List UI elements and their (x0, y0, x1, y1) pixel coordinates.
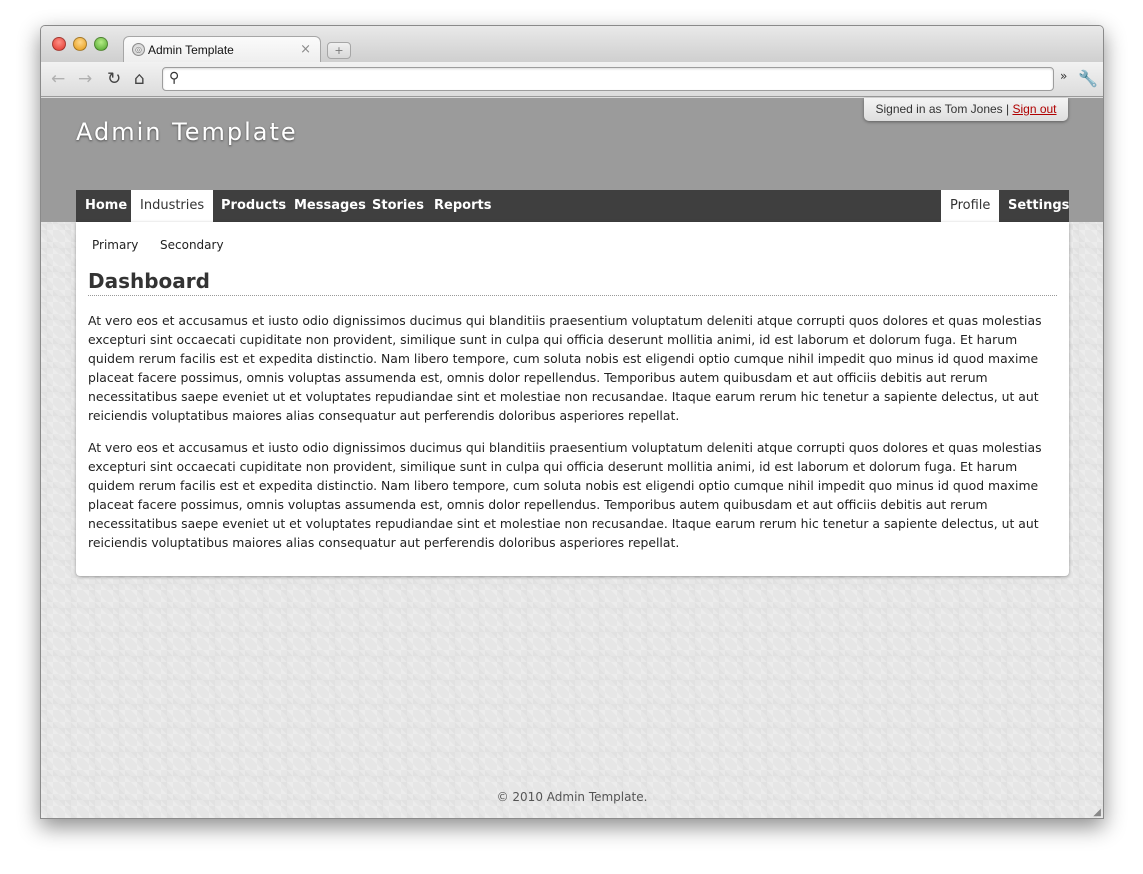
resize-grip-icon[interactable]: ◢ (1093, 807, 1101, 818)
site-title: Admin Template (76, 118, 298, 146)
nav-item-industries[interactable]: Industries (131, 190, 214, 222)
nav-item-messages[interactable]: Messages (285, 190, 375, 222)
favicon-icon: ◎ (132, 43, 145, 56)
header-band: Signed in as Tom Jones | Sign out Admin … (41, 98, 1103, 222)
page-viewport: Signed in as Tom Jones | Sign out Admin … (41, 98, 1103, 818)
bookmarks-overflow-icon[interactable]: » (1060, 69, 1067, 83)
page-title: Dashboard (88, 269, 1057, 296)
forward-arrow-icon[interactable]: → (78, 69, 92, 89)
tab-close-icon[interactable]: × (300, 42, 311, 57)
new-tab-button[interactable]: + (327, 42, 351, 59)
nav-item-home[interactable]: Home (76, 190, 136, 222)
body-paragraph: At vero eos et accusamus et iusto odio d… (88, 313, 1042, 423)
back-arrow-icon[interactable]: ← (51, 69, 65, 89)
search-icon: ⚲ (169, 70, 180, 86)
main-nav: Home Industries Products Messages Storie… (76, 190, 1069, 222)
account-box: Signed in as Tom Jones | Sign out (864, 98, 1068, 121)
browser-tab[interactable]: ◎ Admin Template × (123, 36, 321, 63)
wrench-icon[interactable]: 🔧 (1078, 69, 1098, 88)
subnav-item-primary[interactable]: Primary (92, 238, 138, 252)
browser-toolbar: ← → ↻ ⌂ ⚲ » 🔧 (41, 62, 1103, 97)
nav-item-profile[interactable]: Profile (941, 190, 1000, 222)
window-close-icon[interactable] (52, 37, 66, 51)
footer-copyright: © 2010 Admin Template. (496, 790, 648, 804)
browser-window: ◎ Admin Template × + ← → ↻ ⌂ ⚲ » 🔧 Signe… (40, 25, 1104, 819)
nav-item-products[interactable]: Products (212, 190, 295, 222)
window-minimize-icon[interactable] (73, 37, 87, 51)
nav-item-reports[interactable]: Reports (425, 190, 500, 222)
window-zoom-icon[interactable] (94, 37, 108, 51)
body-paragraph: At vero eos et accusamus et iusto odio d… (88, 440, 1042, 550)
subnav-item-secondary[interactable]: Secondary (160, 238, 224, 252)
content-panel: Primary Secondary Dashboard At vero eos … (76, 222, 1069, 576)
nav-item-stories[interactable]: Stories (363, 190, 433, 222)
tab-strip: ◎ Admin Template × + (41, 26, 1103, 63)
home-icon[interactable]: ⌂ (134, 69, 145, 89)
address-bar[interactable]: ⚲ (162, 67, 1054, 91)
sign-out-link[interactable]: Sign out (1012, 102, 1056, 116)
tab-title: Admin Template (148, 43, 234, 57)
reload-icon[interactable]: ↻ (107, 69, 121, 89)
signed-in-text: Signed in as Tom Jones | (875, 102, 1010, 116)
nav-item-settings[interactable]: Settings (999, 190, 1078, 222)
